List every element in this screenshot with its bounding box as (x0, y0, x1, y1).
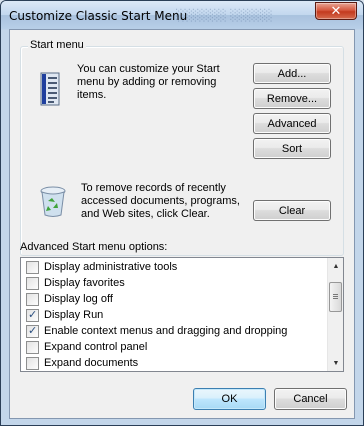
option-label: Expand control panel (44, 341, 148, 353)
option-label: Display favorites (44, 277, 125, 289)
close-icon: ✕ (330, 3, 342, 18)
option-enable-context-menus[interactable]: Enable context menus and dragging and dr… (21, 323, 329, 339)
clear-description: To remove records of recently accessed d… (81, 182, 240, 220)
close-button[interactable]: ✕ (315, 2, 357, 20)
checkbox[interactable] (26, 356, 39, 370)
option-label: Display administrative tools (44, 261, 178, 273)
advanced-options-label: Advanced Start menu options: (20, 241, 168, 253)
advanced-options-list[interactable]: Display administrative tools Display fav… (20, 257, 344, 372)
dialog-window: Customize Classic Start Menu ░░░░░░ ░░░░… (0, 0, 364, 426)
option-label: Enable context menus and dragging and dr… (44, 325, 288, 337)
remove-button[interactable]: Remove... (253, 88, 331, 109)
checkbox[interactable] (26, 276, 39, 290)
advanced-button[interactable]: Advanced (253, 113, 331, 134)
title-bar[interactable]: Customize Classic Start Menu ░░░░░░ ░░░░… (1, 1, 363, 29)
sort-button[interactable]: Sort (253, 138, 331, 159)
option-display-administrative-tools[interactable]: Display administrative tools (21, 259, 329, 275)
title-bar-background-reflection: ░░░░░░ ░░░░░ (176, 9, 273, 22)
checkbox[interactable] (26, 340, 39, 354)
option-label: Expand documents (44, 357, 139, 369)
option-display-run[interactable]: Display Run (21, 307, 329, 323)
start-menu-group-label: Start menu (28, 39, 86, 51)
ok-button[interactable]: OK (193, 388, 266, 410)
start-menu-group: Start menu You can customize your Start … (20, 39, 344, 256)
option-label: Display log off (44, 293, 113, 305)
dialog-client-area: Start menu You can customize your Start … (9, 29, 355, 419)
option-label: Display Run (44, 309, 104, 321)
scroll-down-arrow-icon[interactable]: ▼ (328, 355, 343, 371)
cancel-button[interactable]: Cancel (274, 388, 347, 410)
customize-description: You can customize your Start menu by add… (77, 63, 220, 101)
checkbox[interactable] (26, 324, 39, 338)
add-button[interactable]: Add... (253, 63, 331, 84)
list-scrollbar[interactable]: ▲ ▼ (327, 258, 343, 371)
start-menu-icon (40, 72, 60, 106)
clear-button[interactable]: Clear (253, 200, 331, 221)
option-expand-control-panel[interactable]: Expand control panel (21, 339, 329, 355)
option-expand-documents[interactable]: Expand documents (21, 355, 329, 371)
option-display-log-off[interactable]: Display log off (21, 291, 329, 307)
window-title: Customize Classic Start Menu (9, 9, 188, 23)
scroll-up-arrow-icon[interactable]: ▲ (328, 258, 343, 274)
checkbox[interactable] (26, 308, 39, 322)
option-display-favorites[interactable]: Display favorites (21, 275, 329, 291)
recycle-bin-icon (40, 186, 66, 217)
checkbox[interactable] (26, 292, 39, 306)
checkbox[interactable] (26, 260, 39, 274)
scrollbar-thumb[interactable] (329, 282, 342, 312)
